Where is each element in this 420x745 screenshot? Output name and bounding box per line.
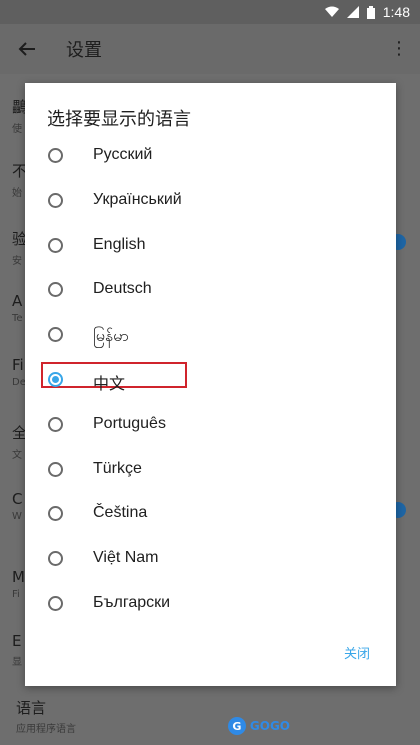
settings-item-title: 语言	[16, 699, 47, 717]
language-label: မြန်မာ	[93, 328, 129, 346]
radio-button[interactable]	[48, 551, 63, 567]
language-label: Việt Nam	[93, 549, 159, 567]
radio-button[interactable]	[48, 237, 63, 253]
language-option[interactable]: Čeština	[25, 493, 396, 538]
back-button[interactable]	[12, 34, 42, 64]
language-option[interactable]: Український	[25, 180, 396, 225]
settings-item[interactable]: CW	[12, 490, 22, 522]
settings-item-subtitle: 应用程序语言	[16, 724, 76, 735]
watermark-icon: G	[227, 717, 246, 735]
radio-button[interactable]	[48, 416, 63, 432]
battery-icon	[366, 5, 375, 19]
radio-button[interactable]	[48, 506, 63, 522]
settings-item-subtitle: Te	[12, 313, 23, 324]
radio-button[interactable]	[48, 282, 63, 298]
language-label: Português	[93, 414, 166, 432]
settings-item[interactable]: Fi De	[12, 356, 26, 388]
radio-button[interactable]	[48, 595, 63, 611]
settings-item[interactable]: E显	[12, 632, 22, 668]
dialog-title: 选择要显示的语言	[47, 109, 191, 130]
language-settings-item[interactable]: 语言 应用程序语言	[16, 697, 76, 735]
settings-item-subtitle: W	[12, 511, 22, 522]
settings-item-subtitle: De	[12, 377, 26, 388]
status-time: 1:48	[382, 4, 410, 20]
language-label: 中文	[93, 375, 126, 393]
language-option[interactable]: Русский	[25, 135, 396, 180]
wifi-icon	[324, 6, 339, 17]
more-options-icon[interactable]: ⋮	[390, 38, 408, 59]
settings-item-subtitle: Fi	[12, 589, 20, 600]
app-bar: 设置 ⋮	[0, 24, 420, 74]
settings-item-title: A	[12, 292, 23, 310]
language-option[interactable]: Türkçe	[25, 449, 396, 494]
radio-button[interactable]	[48, 461, 63, 477]
settings-item[interactable]: M Fi	[12, 568, 25, 600]
language-label: Deutsch	[93, 280, 152, 298]
language-option[interactable]: Български	[25, 583, 396, 628]
language-option-selected[interactable]: 中文	[25, 359, 396, 404]
watermark-text: GOGO	[249, 719, 290, 733]
language-options-list: Русский Український English Deutsch မြန်…	[25, 135, 396, 628]
language-label: Български	[93, 593, 171, 611]
language-option[interactable]: မြန်မာ	[25, 314, 396, 359]
settings-item-subtitle: 显	[12, 657, 22, 668]
radio-button[interactable]	[48, 192, 63, 208]
watermark-logo: G GOGO	[227, 717, 290, 735]
language-label: Čeština	[93, 504, 148, 522]
back-arrow-icon	[18, 42, 35, 56]
radio-button[interactable]	[48, 327, 63, 343]
radio-button[interactable]	[48, 148, 63, 163]
settings-item-title: Fi	[12, 356, 24, 374]
language-option[interactable]: Português	[25, 404, 396, 449]
settings-item-title: C	[12, 490, 23, 508]
close-button[interactable]: 关闭	[344, 643, 370, 662]
language-dialog: 选择要显示的语言 Русский Український English Deu…	[25, 83, 396, 686]
radio-button-selected[interactable]	[48, 371, 63, 387]
page-title: 设置	[66, 40, 102, 61]
language-label: Український	[93, 190, 182, 208]
signal-icon	[346, 6, 359, 18]
settings-item[interactable]: A Te	[12, 292, 23, 324]
language-option[interactable]: English	[25, 225, 396, 270]
status-icons: 1:48	[324, 4, 410, 20]
settings-item-title: M	[12, 568, 25, 586]
settings-item-title: E	[12, 632, 22, 650]
language-label: English	[93, 235, 146, 253]
language-label: Türkçe	[93, 459, 142, 477]
language-label: Русский	[93, 146, 153, 163]
language-option[interactable]: Việt Nam	[25, 538, 396, 583]
status-bar: 1:48	[0, 0, 420, 24]
language-option[interactable]: Deutsch	[25, 269, 396, 314]
